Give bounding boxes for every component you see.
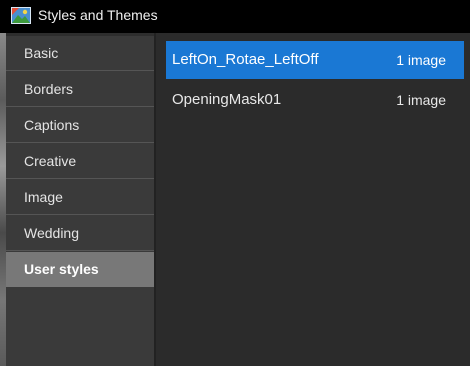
sidebar-item-borders[interactable]: Borders bbox=[6, 72, 154, 107]
sidebar-item-image[interactable]: Image bbox=[6, 180, 154, 215]
sidebar-item-label: Borders bbox=[24, 81, 74, 97]
image-count: 1 image bbox=[396, 92, 446, 108]
category-sidebar: Basic Borders Captions Creative Image We… bbox=[6, 36, 154, 366]
styles-list: LeftOn_Rotae_LeftOff 1 image OpeningMask… bbox=[156, 33, 470, 366]
image-count: 1 image bbox=[396, 52, 446, 68]
list-item[interactable]: OpeningMask01 1 image bbox=[166, 81, 464, 119]
sidebar-item-label: Creative bbox=[24, 153, 77, 169]
sidebar-item-creative[interactable]: Creative bbox=[6, 144, 154, 179]
list-item[interactable]: LeftOn_Rotae_LeftOff 1 image bbox=[166, 41, 464, 79]
window-title: Styles and Themes bbox=[38, 7, 158, 23]
sidebar-item-captions[interactable]: Captions bbox=[6, 108, 154, 143]
sidebar-item-label: User styles bbox=[24, 261, 99, 277]
style-name: OpeningMask01 bbox=[172, 91, 282, 108]
sidebar-item-basic[interactable]: Basic bbox=[6, 36, 154, 71]
sidebar-item-user-styles[interactable]: User styles bbox=[6, 252, 154, 287]
title-bar: Styles and Themes bbox=[0, 0, 470, 33]
sidebar-item-wedding[interactable]: Wedding bbox=[6, 216, 154, 251]
style-name: LeftOn_Rotae_LeftOff bbox=[172, 51, 319, 68]
sidebar-item-label: Basic bbox=[24, 45, 59, 61]
sidebar-item-label: Captions bbox=[24, 117, 80, 133]
app-icon bbox=[11, 7, 31, 24]
sidebar-item-label: Wedding bbox=[24, 225, 80, 241]
sidebar-item-label: Image bbox=[24, 189, 63, 205]
